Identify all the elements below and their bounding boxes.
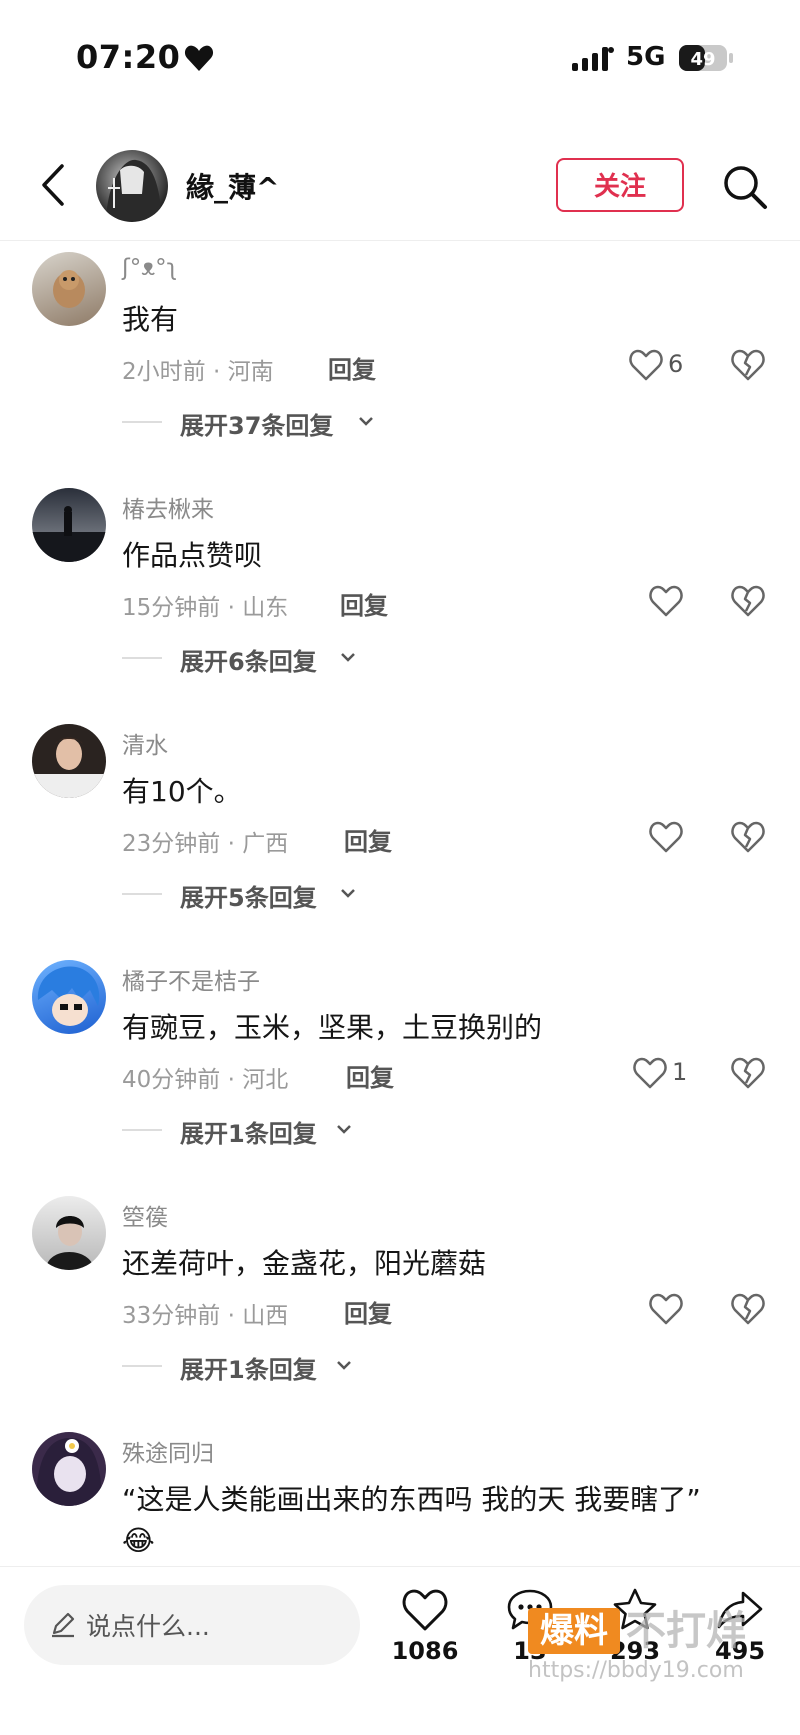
comment-text: 有10个。 [122,775,242,808]
silhouette-avatar-icon [32,506,106,562]
like-count: 6 [668,350,684,378]
expand-replies-label: 展开1条回复 [180,1356,317,1384]
comment-author[interactable]: 橘子不是桔子 [122,962,260,996]
broken-heart-icon[interactable] [730,820,766,854]
comment-author[interactable]: 箜篌 [122,1198,168,1232]
comment-author[interactable]: 椿去楸来 [122,490,214,524]
comment-item: 箜篌 还差荷叶，金盏花，阳光蘑菇 33分钟前 · 山西 回复 展开1条回复 [0,1192,800,1392]
dog-avatar-icon [53,270,85,308]
emoji-laugh-icon: 😂 [122,1524,155,1557]
like-button[interactable]: 1086 [385,1587,465,1677]
comment-item: 橘子不是桔子 有豌豆，玉米，坚果，土豆换别的 40分钟前 · 河北 回复 1 展… [0,956,800,1156]
avatar[interactable] [32,1432,106,1506]
watermark-badge: 爆料 [528,1608,620,1654]
comment-meta: 40分钟前 · 河北 [122,1067,289,1093]
heart-outline-icon[interactable] [628,348,664,382]
expand-replies-label: 展开5条回复 [180,884,317,912]
watermark: 爆料 不打烊 https://bbdy19.com [528,1608,788,1684]
comment-item: 殊途同归 “这是人类能画出来的东西吗 我的天 我要瞎了” 😂 [0,1428,800,1564]
comment-input[interactable]: 说点什么... [24,1585,360,1665]
chevron-down-icon [337,1125,351,1134]
like-total: 1086 [391,1637,459,1665]
expand-replies-button[interactable]: 展开6条回复 [122,642,392,676]
battery-icon: 49 [679,45,733,71]
status-time: 07:20 [76,38,181,76]
watermark-url: https://bbdy19.com [528,1658,744,1683]
expand-replies-button[interactable]: 展开1条回复 [122,1114,392,1148]
anime-avatar-icon [36,1438,102,1506]
battery-level: 49 [690,49,715,70]
chevron-down-icon [337,1361,351,1370]
avatar[interactable] [32,252,106,326]
comment-text: 作品点赞呗 [122,539,263,572]
expand-divider [122,657,162,659]
expand-divider [122,1365,162,1367]
person-avatar-icon [32,737,106,798]
pencil-icon [52,1612,75,1638]
avatar[interactable] [32,960,106,1034]
chevron-down-icon [359,417,373,426]
reply-button[interactable]: 回复 [340,586,388,621]
broken-heart-icon[interactable] [730,1056,766,1090]
comment-meta: 33分钟前 · 山西 [122,1303,289,1329]
comment-meta: 15分钟前 · 山东 [122,595,289,621]
avatar[interactable] [32,488,106,562]
broken-heart-icon[interactable] [730,584,766,618]
avatar[interactable] [32,724,106,798]
reply-button[interactable]: 回复 [344,1294,392,1329]
heart-outline-icon[interactable] [648,820,684,854]
comment-meta: 23分钟前 · 广西 [122,831,289,857]
expand-replies-button[interactable]: 展开1条回复 [122,1350,392,1384]
expand-replies-label: 展开37条回复 [180,412,334,440]
network-label: 5G [626,42,666,72]
expand-divider [122,893,162,895]
header: 緣_薄^ 关注 [0,130,800,241]
heart-outline-icon[interactable] [648,1292,684,1326]
heart-icon [184,45,214,71]
comment-item: 椿去楸来 作品点赞呗 15分钟前 · 山东 回复 展开6条回复 [0,484,800,684]
reply-button[interactable]: 回复 [328,350,376,385]
chevron-down-icon [341,653,355,662]
heart-outline-icon[interactable] [632,1056,668,1090]
comment-item: ʃ°ᴥ°ʅ 我有 2小时前 · 河南 回复 6 展开37条回复 [0,248,800,448]
profile-username[interactable]: 緣_薄^ [186,166,279,206]
expand-replies-button[interactable]: 展开37条回复 [122,406,402,440]
comment-author[interactable]: 殊途同归 [122,1434,214,1468]
heart-outline-icon [402,1589,448,1631]
person-avatar-icon [46,1216,94,1270]
search-icon[interactable] [722,164,768,210]
anime-avatar-icon [37,966,100,1026]
broken-heart-icon[interactable] [730,348,766,382]
follow-button[interactable]: 关注 [556,158,684,212]
comment-text: 还差荷叶，金盏花，阳光蘑菇 [122,1247,487,1280]
comment-input-placeholder: 说点什么... [86,1612,210,1641]
comment-text: “这是人类能画出来的东西吗 我的天 我要瞎了” [122,1483,701,1516]
status-bar: 07:20 5G 49 [0,0,800,120]
expand-replies-label: 展开6条回复 [180,648,317,676]
back-arrow-icon[interactable] [36,162,72,208]
comment-text: 我有 [122,303,179,336]
expand-replies-button[interactable]: 展开5条回复 [122,878,392,912]
reply-button[interactable]: 回复 [344,822,392,857]
heart-outline-icon[interactable] [648,584,684,618]
like-count: 1 [672,1058,688,1086]
watermark-text: 不打烊 [626,1608,746,1654]
comment-author[interactable]: 清水 [122,726,168,760]
expand-divider [122,1129,162,1131]
comment-meta: 2小时前 · 河南 [122,359,274,385]
expand-replies-label: 展开1条回复 [180,1120,317,1148]
broken-heart-icon[interactable] [730,1292,766,1326]
avatar[interactable] [32,1196,106,1270]
avatar-art-icon [106,159,162,220]
comment-item: 清水 有10个。 23分钟前 · 广西 回复 展开5条回复 [0,720,800,920]
comment-text: 有豌豆，玉米，坚果，土豆换别的 [122,1011,543,1044]
chevron-down-icon [341,889,355,898]
comment-author[interactable]: ʃ°ᴥ°ʅ [122,254,177,281]
avatar[interactable] [96,150,168,222]
expand-divider [122,421,162,423]
signal-icon [572,47,614,71]
reply-button[interactable]: 回复 [346,1058,394,1093]
